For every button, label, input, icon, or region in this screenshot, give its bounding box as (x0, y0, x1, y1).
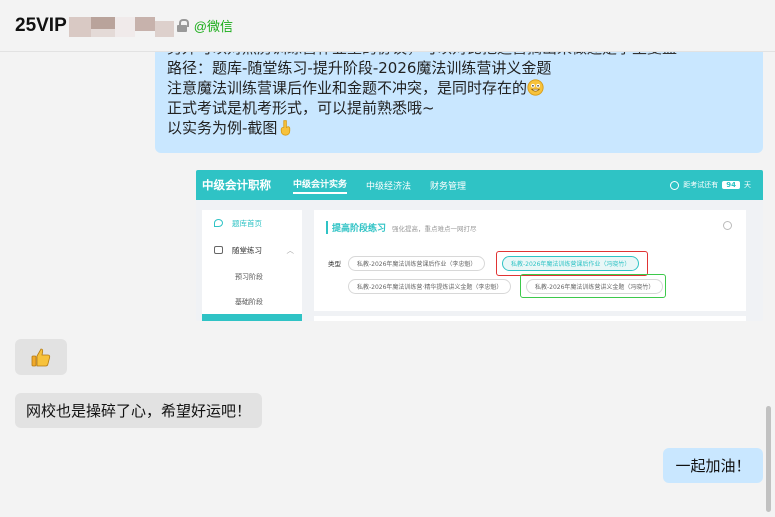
lock-icon (176, 18, 189, 33)
green-highlight-box (520, 274, 666, 298)
pointing-down-emoji-icon (281, 120, 291, 136)
info-icon (723, 221, 732, 230)
shot-pill-1: 私教-2026年魔法训练营课后作业（李忠魁） (348, 256, 486, 271)
screenshot-image[interactable]: 中级会计职称 中级会计实务 中级经济法 财务管理 距考试还有 94 天 题库首页… (196, 170, 763, 321)
message-line-exam: 正式考试是机考形式，可以提前熟悉哦~ (167, 99, 435, 117)
shot-side-practice: 随堂练习 ︿ (202, 237, 302, 264)
incoming-message-text[interactable]: 网校也是操碎了心，希望好运吧！ (15, 393, 263, 428)
chat-scrollbar[interactable] (766, 406, 771, 512)
shot-nav-accounting: 中级会计实务 (293, 177, 348, 194)
chat-title[interactable]: 25VIP (15, 15, 67, 37)
shot-side-active-bar (202, 314, 302, 321)
grin-emoji-icon (527, 79, 544, 96)
shot-side-basic: 基础阶段 (235, 297, 263, 306)
red-highlight-box (496, 251, 648, 276)
shot-pill-3: 私教-2026年魔法训练营·精华提炼讲义金题（李忠魁） (348, 279, 512, 294)
frame-icon (214, 246, 223, 254)
shot-topbar: 中级会计职称 中级会计实务 中级经济法 财务管理 距考试还有 94 天 (196, 170, 763, 200)
thumbs-up-emoji-icon (31, 348, 51, 367)
shot-brand: 中级会计职称 (202, 178, 271, 192)
wechat-tag: @微信 (193, 19, 233, 34)
message-line-example: 以实务为例-截图 (167, 118, 751, 138)
back-icon (214, 219, 223, 227)
shot-side-home: 题库首页 (202, 210, 302, 237)
shot-sidebar: 题库首页 随堂练习 ︿ 预习阶段 基础阶段 (202, 210, 302, 321)
shot-main-panel: 提高阶段练习 强化提高，重点难点一网打尽 类型 私教-2026年魔法训练营课后作业… (314, 210, 746, 311)
shot-nav-finance: 财务管理 (430, 181, 467, 192)
censored-name (68, 11, 174, 41)
shot-countdown: 距考试还有 94 天 (670, 180, 751, 190)
clock-icon (670, 180, 680, 190)
chat-header: 25VIP @微信 (0, 0, 775, 52)
shot-section-title: 提高阶段练习 强化提高，重点难点一网打尽 (326, 221, 477, 234)
incoming-message-thumbs-up[interactable] (15, 339, 67, 375)
shot-nav-law: 中级经济法 (366, 181, 412, 192)
message-line-note: 注意魔法训练营课后作业和金题不冲突，是同时存在的 (167, 78, 751, 98)
shot-bottom-panel (314, 316, 746, 321)
outgoing-message-text[interactable]: 一起加油！ (663, 448, 763, 483)
message-line-path: 路径：题库-随堂练习-提升阶段-2026魔法训练营讲义金题 (167, 59, 552, 77)
shot-type-label: 类型 (328, 260, 341, 268)
shot-side-preview: 预习阶段 (235, 272, 263, 281)
